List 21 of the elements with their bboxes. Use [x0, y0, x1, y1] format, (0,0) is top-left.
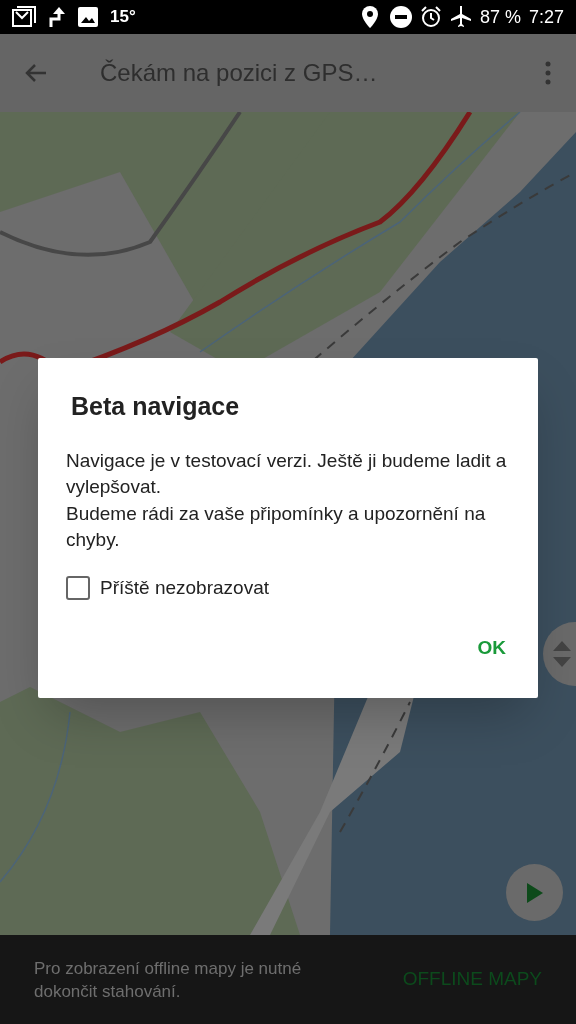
airplane-icon	[449, 6, 472, 28]
back-arrow-icon[interactable]	[24, 63, 48, 83]
mail-icon	[12, 6, 36, 28]
temperature: 15°	[110, 6, 136, 29]
clock: 7:27	[528, 5, 564, 29]
battery-level: 87 %	[479, 5, 521, 29]
do-not-disturb-icon	[389, 6, 412, 28]
checkbox[interactable]	[66, 575, 90, 600]
dialog-title: Beta navigace	[71, 391, 241, 422]
alarm-icon	[419, 6, 442, 28]
play-icon	[526, 882, 543, 903]
more-options-icon[interactable]	[544, 61, 552, 85]
up-down-icon	[553, 641, 571, 667]
image-icon	[78, 7, 98, 27]
dont-show-again-checkbox[interactable]: Příště nezobrazovat	[66, 573, 269, 602]
ok-button[interactable]: OK	[465, 626, 518, 671]
snackbar-message: Pro zobrazení offline mapy je nutné dokončit stahování.	[34, 957, 303, 1003]
location-pin-icon	[361, 6, 378, 28]
turn-arrow-icon	[48, 7, 66, 27]
dialog-message: Budeme rádi za vaše připomínky a upozornění na chyby.	[66, 501, 487, 552]
dialog-message: Navigace je v testovací verzi. Ještě ji budeme ladit a vylepšovat.	[66, 448, 508, 499]
